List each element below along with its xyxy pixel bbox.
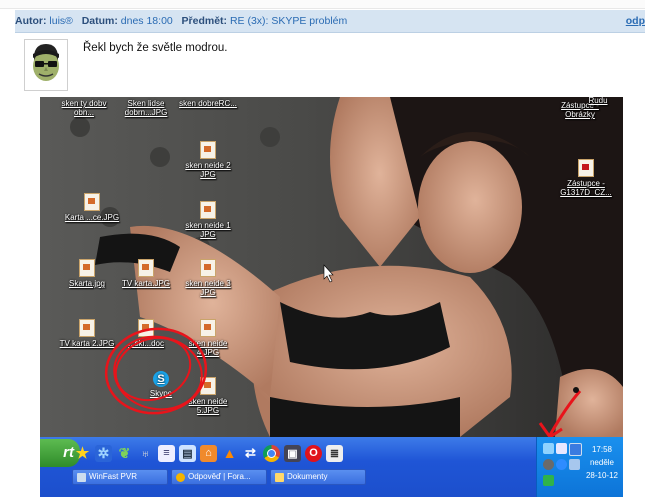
desktop-icon[interactable]: Skarta.jpg — [57, 259, 117, 288]
network-tray-icon[interactable] — [556, 459, 567, 470]
jpg-file-icon — [200, 141, 216, 159]
desktop-icon-label: Zástupce - G1317D_CZ... — [560, 179, 612, 197]
home-icon[interactable]: ⌂ — [200, 444, 217, 462]
monitor-tray-icon[interactable] — [569, 443, 582, 456]
notes-icon[interactable]: ▤ — [179, 444, 196, 462]
desktop-icon-label: Skarta.jpg — [68, 279, 106, 288]
desktop-icon-label: Rudu — [588, 97, 608, 105]
desktop-icon[interactable]: Zástupce - G1317D_CZ... — [556, 159, 616, 197]
top-strip — [0, 0, 645, 9]
antivirus-tray-icon[interactable] — [543, 459, 554, 470]
post-date: dnes 18:00 — [120, 15, 173, 27]
jpg-file-icon — [200, 201, 216, 219]
desktop-icon-label: sken neide 3 JPG — [185, 279, 231, 297]
media-player-icon[interactable]: ▣ — [284, 444, 301, 462]
post-message: Řekl bych že světle modrou. — [83, 42, 228, 54]
network-icon[interactable]: ⇄ — [242, 445, 259, 462]
avatar-face-icon — [33, 44, 59, 81]
desktop-icon[interactable]: sken neide 3 JPG — [178, 259, 238, 297]
desktop-icon[interactable]: Karta ...ce.JPG — [62, 193, 122, 222]
task-label: WinFast PVR — [89, 472, 138, 481]
chrome-icon[interactable] — [263, 444, 280, 462]
opera-icon[interactable]: O — [305, 444, 322, 462]
trophy-icon[interactable]: ♅ — [137, 445, 154, 462]
document-icon[interactable]: ≡ — [158, 444, 175, 462]
task-label: Dokumenty — [287, 472, 328, 481]
clock-time: 17:58 — [591, 445, 612, 454]
desktop-screenshot: sken ty dobv obn... Sken lidse dobrn...J… — [40, 97, 623, 497]
task-label: Odpověď | Fora... — [188, 472, 251, 481]
jpg-file-icon — [200, 259, 216, 277]
quick-launch: ★ ✲ ❦ ♅ ≡ ▤ ⌂ ▲ ⇄ ▣ O ≣ — [74, 441, 343, 465]
desktop-icon-label: Sken lidse dobrn...JPG — [124, 99, 168, 117]
clock-date: 28-10-12 — [585, 471, 618, 480]
desktop-icon[interactable]: Rudu — [576, 97, 620, 105]
reply-link[interactable]: odp — [626, 10, 645, 32]
desktop-icon-label: sken ty dobv obn... — [61, 99, 107, 117]
task-dokumenty[interactable]: Dokumenty — [270, 469, 366, 485]
leaf-icon[interactable]: ❦ — [116, 445, 133, 462]
system-tray: 17:58 neděle 28-10-12 — [536, 437, 623, 497]
desktop-icon-label: TV karta.JPG — [121, 279, 170, 288]
desktop-icon[interactable]: sken ty dobv obn... — [54, 99, 114, 117]
desktop-icon[interactable]: TV karta.JPG — [116, 259, 176, 288]
desktop-icon[interactable]: Sken lidse dobrn...JPG — [116, 99, 176, 117]
pdf-file-icon — [578, 159, 594, 177]
desktop-icon-label: sken dobreRC... — [179, 99, 237, 108]
vlc-cone-icon[interactable]: ▲ — [221, 445, 238, 462]
text-file-icon[interactable]: ≣ — [326, 444, 343, 462]
desktop-icon[interactable]: sken neide 1 JPG — [178, 201, 238, 239]
jpg-file-icon — [138, 259, 154, 277]
desktop-icon-label: sken neide 1 JPG — [185, 221, 231, 239]
pinwheel-icon[interactable]: ✲ — [95, 444, 112, 462]
desktop-icon[interactable]: sken neide 2 JPG — [178, 141, 238, 179]
post-header: Autor: luis® Datum: dnes 18:00 Předmět: … — [15, 10, 645, 33]
red-circle-annotation-icon — [104, 327, 208, 415]
security-tray-icon[interactable] — [543, 475, 554, 486]
task-browser[interactable]: Odpověď | Fora... — [171, 469, 267, 485]
taskbar-tasks: WinFast PVR Odpověď | Fora... Dokumenty — [72, 469, 366, 485]
clock[interactable]: 17:58 neděle 28-10-12 — [586, 443, 618, 482]
author-label: Autor: — [15, 15, 47, 27]
folder-icon — [275, 472, 284, 482]
jpg-file-icon — [79, 319, 95, 337]
subject-label: Předmět: — [181, 15, 228, 27]
avatar[interactable] — [24, 39, 68, 91]
desktop-icon-label: Karta ...ce.JPG — [64, 213, 120, 222]
chrome-small-icon — [176, 472, 185, 482]
desktop-icon[interactable]: sken dobreRC... — [178, 99, 238, 108]
task-winfast[interactable]: WinFast PVR — [72, 469, 168, 485]
taskbar: rt ★ ✲ ❦ ♅ ≡ ▤ ⌂ ▲ ⇄ ▣ O ≣ WinFast PVR O… — [40, 437, 623, 497]
date-label: Datum: — [81, 15, 118, 27]
jpg-file-icon — [79, 259, 95, 277]
jpg-file-icon — [84, 193, 100, 211]
volume-tray-icon[interactable] — [569, 459, 580, 470]
skype-tray-icon[interactable] — [543, 443, 554, 454]
winfast-icon — [77, 472, 86, 482]
clock-day: neděle — [589, 458, 614, 467]
mail-tray-icon[interactable] — [556, 443, 567, 454]
star-icon[interactable]: ★ — [74, 445, 91, 462]
post-subject: RE (3x): SKYPE problém — [229, 15, 348, 27]
desktop-icon-label: sken neide 2 JPG — [185, 161, 231, 179]
author-link[interactable]: luis® — [49, 15, 73, 27]
